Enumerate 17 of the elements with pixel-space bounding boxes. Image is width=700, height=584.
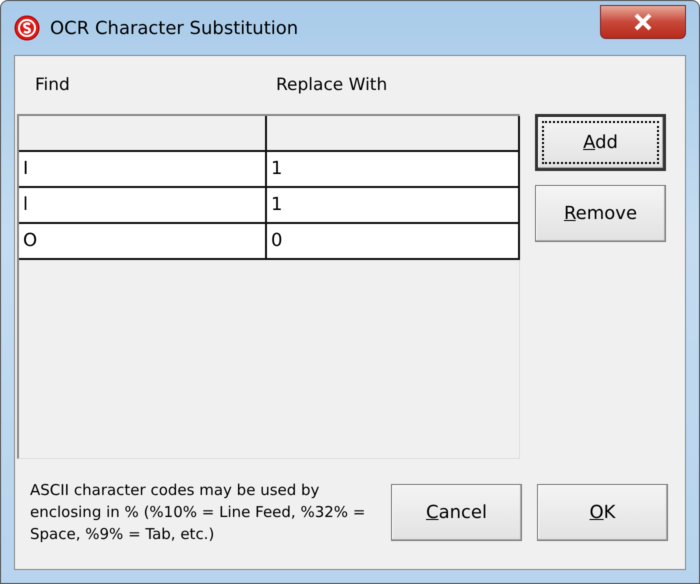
dialog-button[interactable]: Remove <box>535 185 666 242</box>
column-header: Replace With <box>276 75 388 95</box>
table-cell[interactable]: 1 <box>267 152 518 186</box>
table-cell[interactable]: I <box>19 152 267 186</box>
table-cell[interactable]: 0 <box>267 224 518 258</box>
app-logo-icon <box>14 15 40 41</box>
dialog-button[interactable]: OK <box>537 484 668 540</box>
close-button[interactable] <box>600 5 686 39</box>
table-cell[interactable]: 1 <box>267 188 518 222</box>
close-icon <box>633 13 653 31</box>
dialog-button[interactable]: Add <box>535 114 666 171</box>
table-cell[interactable]: O <box>19 224 267 258</box>
dialog-button[interactable]: Cancel <box>391 484 522 540</box>
help-text: ASCII character codes may be used by enclosing in % (%10% = Line Feed, %32% = Space, %9% = Tab, etc.) <box>30 480 366 545</box>
table-cell[interactable]: l <box>19 188 267 222</box>
column-header: Find <box>35 75 71 95</box>
window-title: OCR Character Substitution <box>50 18 298 38</box>
